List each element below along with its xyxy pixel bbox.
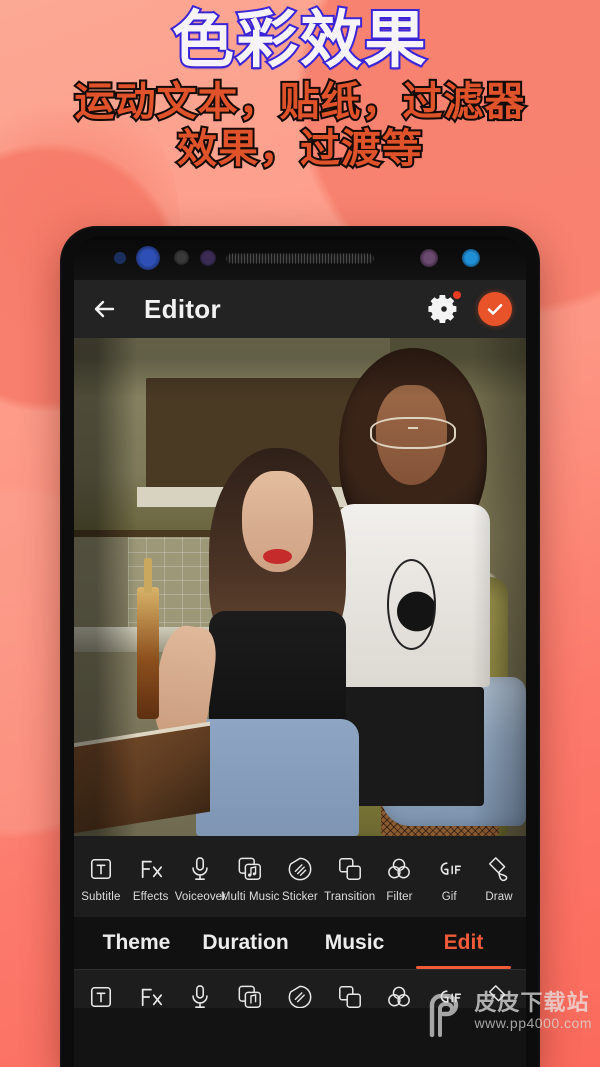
tab-duration[interactable]: Duration [191,931,300,969]
fx-icon [138,854,164,884]
tool-label: Voiceover [174,891,227,903]
gif-icon [436,854,463,884]
scene-person-standing [336,347,490,807]
gear-icon[interactable] [428,291,461,325]
transition-icon [337,982,363,1008]
scene-shirt-graphic [386,558,437,651]
tool-label: Subtitle [81,891,121,903]
sensor-dot-4 [462,249,480,267]
tab-music[interactable]: Music [300,931,409,969]
promo-headline: 色彩效果 [170,6,428,75]
transition-icon [337,854,363,884]
scene-person-b-skirt [342,687,484,807]
tool-button-multi-music[interactable]: Multi Music [221,854,279,903]
tool-label: Multi Music [220,891,280,903]
pp-logo-icon [426,991,466,1038]
tool-label: Sticker [282,891,318,903]
iris-scanner-icon [200,250,216,266]
tool-button-filter-secondary[interactable] [375,982,425,1008]
tool-button-voiceover-secondary[interactable] [176,982,226,1008]
tool-button-multi-music-secondary[interactable] [225,982,275,1008]
scene-person-a-lips [262,548,293,565]
watermark-site-name: 皮皮下载站 [474,990,590,1015]
tool-label: Draw [485,891,513,903]
tool-button-filter[interactable]: Filter [375,854,425,903]
tool-button-transition-secondary[interactable] [325,982,375,1008]
sticker-icon [287,982,313,1008]
multi-music-icon [237,982,263,1008]
tool-label: Transition [324,891,376,903]
tool-button-sticker[interactable]: Sticker [275,854,325,903]
back-arrow-icon[interactable] [88,292,122,326]
fx-icon [138,982,164,1008]
sensor-dot-2 [174,250,189,265]
tool-button-voiceover[interactable]: Voiceover [174,854,227,903]
page-title: Editor [144,293,221,324]
subtitle-icon [89,982,113,1008]
tool-button-subtitle-secondary[interactable] [76,982,126,1008]
multi-music-icon [237,854,263,884]
tool-button-effects[interactable]: Effects [126,854,176,903]
check-circle-icon[interactable] [478,292,512,326]
front-camera-icon [136,246,160,270]
tool-label: Effects [132,891,169,903]
editor-tab-bar: Theme Duration Music Edit [74,917,526,969]
earpiece-speaker [226,253,374,264]
phone-mockup: Editor Subtitle Effects Voiceover Multi … [62,228,538,1067]
settings-notification-badge [453,291,461,299]
watermark-url: www.pp4000.com [474,1015,592,1032]
app-bar: Editor [74,280,526,338]
tool-button-effects-secondary[interactable] [126,982,176,1008]
promo-subheadline-line-2: 效果，过渡等 [175,125,424,173]
sticker-icon [287,854,313,884]
scene-person-seated [137,447,359,836]
tool-label: Filter [386,891,413,903]
tool-button-gif[interactable]: Gif [424,854,474,903]
tool-button-subtitle[interactable]: Subtitle [76,854,126,903]
phone-screen: Editor Subtitle Effects Voiceover Multi … [74,236,526,1067]
filter-icon [386,854,412,884]
draw-brush-icon [486,854,512,884]
tool-button-draw[interactable]: Draw [474,854,524,903]
scene-person-a-jeans [196,719,359,836]
glasses-icon [369,416,456,449]
site-watermark: 皮皮下载站 www.pp4000.com [426,990,592,1038]
phone-sensor-strip [74,236,526,280]
promo-subheadline-line-1: 运动文本，贴纸，过滤器 [73,78,527,126]
filter-icon [386,982,412,1008]
promo-text-block: 色彩效果 运动文本，贴纸，过滤器 效果，过渡等 [0,0,600,173]
tool-label: Gif [441,891,457,903]
tool-button-sticker-secondary[interactable] [275,982,325,1008]
microphone-icon [188,854,212,884]
sensor-dot-3 [420,249,438,267]
video-preview[interactable] [74,338,526,836]
tab-edit[interactable]: Edit [409,931,518,969]
scene-bottle [137,558,159,720]
tool-button-transition[interactable]: Transition [324,854,376,903]
subtitle-icon [89,854,113,884]
sensor-dot-1 [114,252,126,264]
watermark-text: 皮皮下载站 www.pp4000.com [474,990,592,1032]
microphone-icon [188,982,212,1008]
editor-tool-strip: Subtitle Effects Voiceover Multi Music S… [74,836,526,917]
promo-subheadline: 运动文本，贴纸，过滤器 效果，过渡等 [0,78,600,173]
tab-theme[interactable]: Theme [82,931,191,969]
